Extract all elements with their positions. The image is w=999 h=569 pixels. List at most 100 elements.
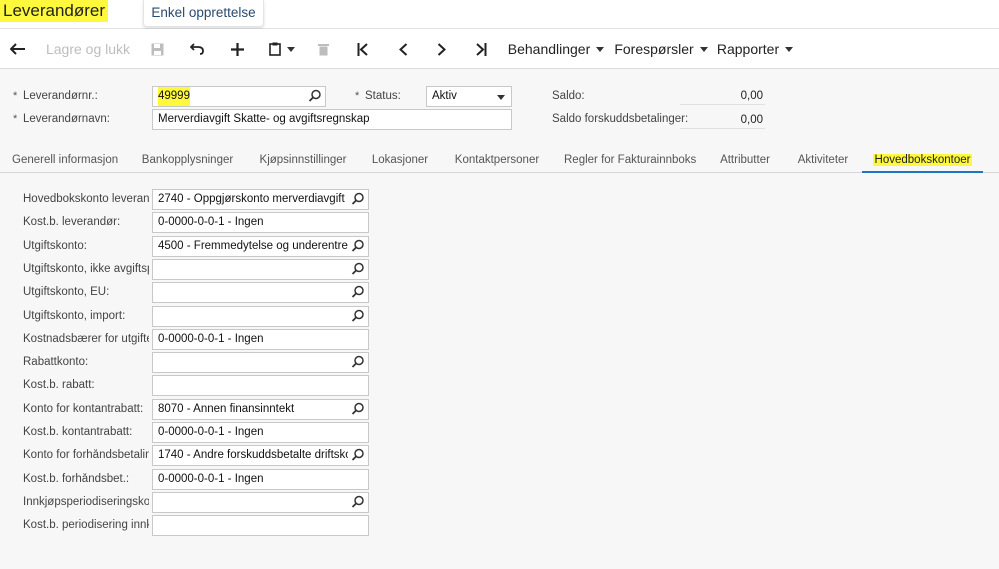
tab-purchase-settings[interactable]: Kjøpsinnstillinger	[258, 148, 348, 172]
tab-label: Bankopplysninger	[141, 154, 234, 166]
field-value: 0-0000-0-0-1 - Ingen	[158, 472, 264, 485]
field-value: 2740 - Oppgjørskonto merverdiavgift	[158, 193, 345, 205]
field-input[interactable]	[152, 375, 369, 397]
tab-gl-accounts[interactable]: Hovedbokskontoer	[862, 148, 983, 173]
field-input[interactable]: 8070 - Annen finansinntekt	[152, 398, 369, 420]
chevron-down-icon	[785, 46, 794, 52]
chevron-left-icon	[398, 42, 407, 56]
field-label: Kost.b. forhåndsbet.:	[23, 472, 130, 485]
field-label: Konto for forhåndsbetaling:	[23, 449, 149, 462]
save-button[interactable]	[144, 29, 170, 69]
vendor-number-field[interactable]: 49999	[152, 86, 326, 107]
search-icon[interactable]	[351, 448, 365, 463]
inquiries-menu[interactable]: Forespørsler	[614, 29, 708, 69]
tab-label: Attributter	[720, 154, 770, 166]
search-icon[interactable]	[351, 401, 365, 416]
tab-activities[interactable]: Aktiviteter	[794, 148, 852, 172]
toolbar: Lagre og lukk Behandlinger Forespørsler …	[0, 29, 999, 69]
status-label: Status:	[355, 90, 401, 102]
field-label: Utgiftskonto, EU:	[23, 286, 110, 299]
field-input[interactable]	[152, 352, 369, 374]
reports-menu[interactable]: Rapporter	[717, 29, 794, 69]
field-input[interactable]: 4500 - Fremmedytelse og underentreprise	[152, 235, 369, 257]
add-button[interactable]	[224, 29, 250, 69]
field-input[interactable]: 0-0000-0-0-1 - Ingen	[152, 212, 369, 234]
last-record-button[interactable]	[468, 29, 494, 69]
chevron-down-icon	[596, 46, 605, 52]
field-input[interactable]: 0-0000-0-0-1 - Ingen	[152, 468, 369, 490]
actions-menu-label: Behandlinger	[507, 41, 591, 57]
field-input[interactable]	[152, 305, 369, 327]
field-value: 0-0000-0-0-1 - Ingen	[158, 332, 264, 345]
first-record-button[interactable]	[350, 29, 376, 69]
next-record-button[interactable]	[428, 29, 454, 69]
field-input[interactable]: 1740 - Andre forskuddsbetalte driftskost…	[152, 445, 369, 467]
actions-menu[interactable]: Behandlinger	[507, 29, 605, 69]
field-label: Kost.b. kontantrabatt:	[23, 426, 149, 438]
field-input[interactable]: 2740 - Oppgjørskonto merverdiavgift	[152, 189, 369, 210]
status-select[interactable]: Aktiv	[426, 86, 512, 107]
vendor-number-label: Leverandørnr.:	[13, 90, 98, 102]
tab-label: Lokasjoner	[371, 154, 429, 166]
search-icon[interactable]	[308, 89, 322, 103]
copy-paste-button[interactable]	[264, 29, 300, 69]
field-label: Innkjøpsperiodiseringsko...	[23, 495, 149, 508]
tab-bank-details[interactable]: Bankopplysninger	[140, 148, 235, 172]
search-icon[interactable]	[351, 192, 365, 206]
save-and-close-button[interactable]: Lagre og lukk	[44, 29, 132, 69]
tab-label: Hovedbokskontoer	[872, 154, 973, 166]
field-label: Utgiftskonto:	[23, 240, 149, 252]
vendor-name-field[interactable]: Merverdiavgift Skatte- og avgiftsregnska…	[152, 109, 512, 130]
field-label: Kost.b. periodisering innkj...	[23, 519, 149, 532]
page-title: Leverandører	[0, 0, 109, 22]
search-icon[interactable]	[351, 308, 365, 323]
field-label: Hovedbokskonto leveran...	[23, 193, 149, 205]
tab-contacts[interactable]: Kontaktpersoner	[452, 148, 542, 172]
tab-general-info[interactable]: Generell informasjon	[12, 148, 118, 172]
previous-record-button[interactable]	[390, 29, 416, 69]
status-value: Aktiv	[432, 90, 457, 102]
title-bar: Leverandører Enkel opprettelse	[0, 0, 999, 29]
search-icon[interactable]	[351, 285, 365, 300]
search-icon[interactable]	[351, 494, 365, 509]
search-icon[interactable]	[351, 355, 365, 370]
simple-creation-tab[interactable]: Enkel opprettelse	[143, 0, 264, 27]
tab-invoice-inbox-rules[interactable]: Regler for Fakturainnboks	[564, 148, 696, 172]
tab-label: Kjøpsinnstillinger	[259, 154, 347, 166]
search-icon[interactable]	[351, 238, 365, 253]
field-value: 8070 - Annen finansinntekt	[158, 402, 295, 415]
field-value: 4500 - Fremmedytelse og underentreprise	[158, 239, 348, 252]
chevron-down-icon	[287, 46, 295, 52]
back-button[interactable]	[4, 29, 32, 69]
undo-icon	[190, 43, 204, 55]
gl-accounts-form: Hovedbokskonto leveran... 2740 - Oppgjørs…	[0, 174, 999, 569]
field-input[interactable]	[152, 491, 369, 513]
balance-label: Saldo:	[552, 90, 585, 102]
undo-button[interactable]	[184, 29, 210, 69]
field-value: 0-0000-0-0-1 - Ingen	[158, 216, 264, 229]
prepayment-balance-value: 0,00	[680, 111, 765, 129]
clipboard-icon	[269, 42, 281, 56]
search-icon[interactable]	[351, 261, 365, 276]
tab-attributes[interactable]: Attributter	[716, 148, 774, 172]
header-form: Leverandørnr.: 49999 Status: Aktiv Saldo…	[0, 70, 999, 144]
plus-icon	[230, 42, 244, 56]
tab-locations[interactable]: Lokasjoner	[370, 148, 430, 172]
arrow-left-icon	[10, 43, 25, 55]
chevron-down-icon	[699, 46, 708, 52]
field-label: Kost.b. rabatt:	[23, 379, 95, 392]
field-label: Utgiftskonto, import:	[23, 309, 126, 322]
vendor-name-label: Leverandørnavn:	[13, 113, 110, 125]
field-input[interactable]	[152, 282, 369, 304]
chevron-down-icon	[497, 95, 505, 100]
field-input[interactable]	[152, 258, 369, 280]
field-input[interactable]: 0-0000-0-0-1 - Ingen	[152, 422, 369, 443]
tab-label: Aktiviteter	[797, 154, 849, 166]
tab-label: Generell informasjon	[12, 154, 119, 166]
trash-icon	[317, 43, 329, 55]
delete-button[interactable]	[310, 29, 336, 69]
field-input[interactable]: 0-0000-0-0-1 - Ingen	[152, 328, 369, 350]
field-value: 1740 - Andre forskuddsbetalte driftskost…	[158, 449, 348, 462]
field-label: Utgiftskonto, ikke avgiftsp...	[23, 262, 149, 275]
field-input[interactable]	[152, 515, 369, 537]
